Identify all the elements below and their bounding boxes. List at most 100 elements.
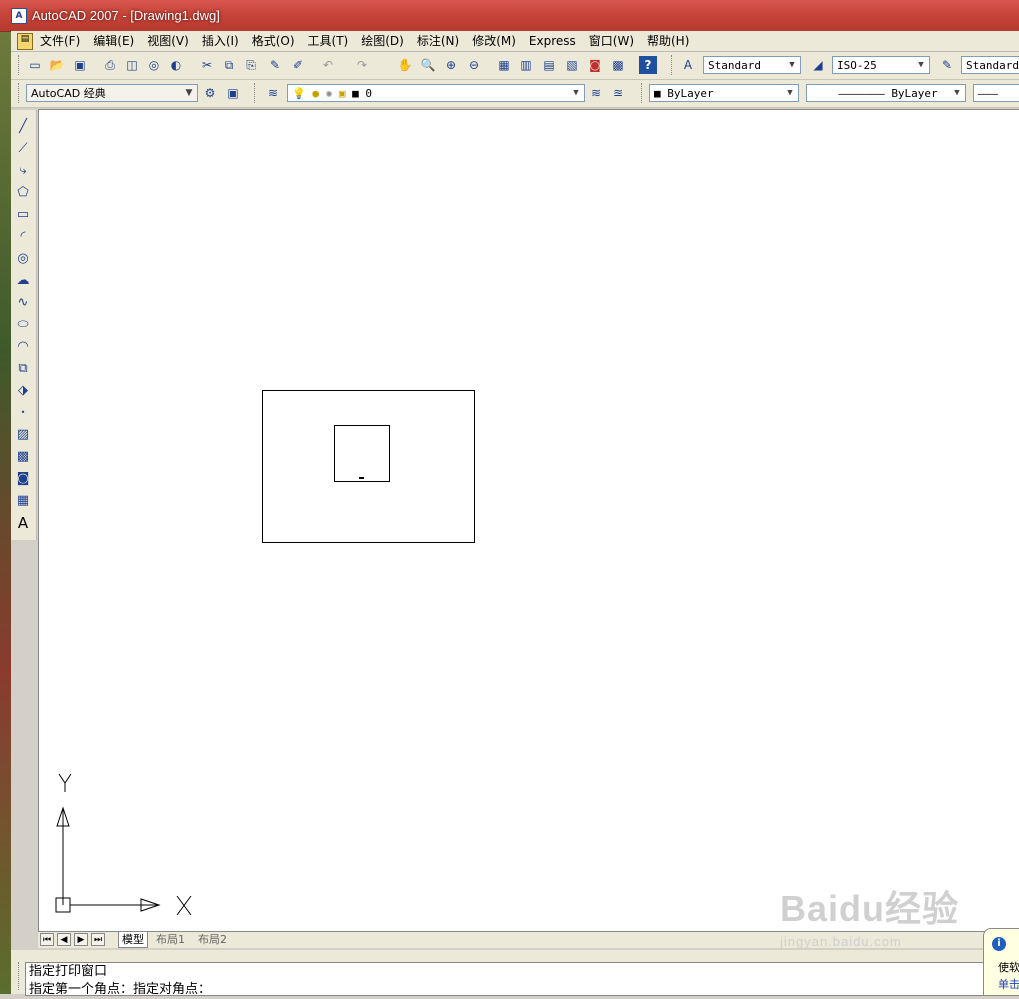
table-style-icon[interactable]: ✎ <box>938 56 956 74</box>
tab-layout1[interactable]: 布局1 <box>153 932 188 947</box>
prev-tab-icon[interactable]: ◀ <box>57 933 71 946</box>
save-icon[interactable]: ▣ <box>71 56 89 74</box>
workspace-settings-icon[interactable]: ⚙ <box>201 84 219 102</box>
toolbar-grip[interactable] <box>18 83 22 103</box>
document-menu-icon[interactable]: ▤ <box>17 33 33 50</box>
lineweight-select[interactable]: ——— <box>973 84 1019 102</box>
arc-tool-icon[interactable]: ◜ <box>14 228 32 246</box>
block-editor-icon[interactable]: ✐ <box>289 56 307 74</box>
plot-preview-icon[interactable]: ◫ <box>123 56 141 74</box>
plot-icon[interactable]: ⎙ <box>101 56 119 74</box>
dim-style-icon[interactable]: ◢ <box>809 56 827 74</box>
menu-express[interactable]: Express <box>529 33 583 49</box>
layer-select[interactable]: 💡 ● ✺ ▣ ■ 0 ▼ <box>287 84 585 102</box>
autocad-app-icon[interactable]: A <box>11 8 27 24</box>
ellipse-tool-icon[interactable]: ⬭ <box>14 316 32 334</box>
toolbar-grip[interactable] <box>18 55 22 75</box>
menu-window[interactable]: 窗口(W) <box>589 33 641 49</box>
chevron-down-icon[interactable]: ▼ <box>786 58 798 72</box>
point-tool-icon[interactable]: • <box>14 404 32 422</box>
linetype-select[interactable]: ——————— ByLayer ▼ <box>806 84 966 102</box>
layer-previous-icon[interactable]: ≊ <box>609 84 627 102</box>
chevron-down-icon[interactable]: ▼ <box>915 58 927 72</box>
polyline-tool-icon[interactable]: ⤷ <box>14 162 32 180</box>
undo-icon[interactable]: ↶ <box>319 56 337 74</box>
publish-icon[interactable]: ◎ <box>145 56 163 74</box>
menu-view[interactable]: 视图(V) <box>147 33 196 49</box>
menu-file[interactable]: 文件(F) <box>40 33 87 49</box>
cut-icon[interactable]: ✂ <box>198 56 216 74</box>
lightbulb-icon: 💡 <box>292 87 306 100</box>
match-properties-icon[interactable]: ✎ <box>266 56 284 74</box>
zoom-realtime-icon[interactable]: 🔍 <box>419 56 437 74</box>
last-tab-icon[interactable]: ⏭ <box>91 933 105 946</box>
sheet-set-icon[interactable]: ▧ <box>563 56 581 74</box>
design-center-icon[interactable]: ▥ <box>517 56 535 74</box>
text-style-icon[interactable]: A <box>679 56 697 74</box>
tab-model[interactable]: 模型 <box>118 932 148 948</box>
command-grip[interactable] <box>18 962 22 990</box>
make-object-layer-current-icon[interactable]: ≋ <box>587 84 605 102</box>
chevron-down-icon[interactable]: ▼ <box>570 86 582 100</box>
menu-insert[interactable]: 插入(I) <box>202 33 246 49</box>
dim-style-select[interactable]: ISO-25 ▼ <box>832 56 930 74</box>
ellipse-arc-icon[interactable]: ◠ <box>14 338 32 356</box>
balloon-link[interactable]: 单击 <box>998 976 1019 992</box>
menu-draw[interactable]: 绘图(D) <box>361 33 411 49</box>
menu-help[interactable]: 帮助(H) <box>647 33 696 49</box>
etransmit-icon[interactable]: ◐ <box>167 56 185 74</box>
menu-format[interactable]: 格式(O) <box>252 33 302 49</box>
chevron-down-icon[interactable]: ▼ <box>951 86 963 100</box>
redo-icon[interactable]: ↷ <box>353 56 371 74</box>
table-tool-icon[interactable]: ▦ <box>14 492 32 510</box>
chevron-down-icon[interactable]: ▼ <box>183 86 195 100</box>
color-select[interactable]: ■ ByLayer ▼ <box>649 84 799 102</box>
paste-icon[interactable]: ⎘ <box>242 56 260 74</box>
circle-tool-icon[interactable]: ◎ <box>14 250 32 268</box>
first-tab-icon[interactable]: ⏮ <box>40 933 54 946</box>
properties-icon[interactable]: ▦ <box>495 56 513 74</box>
workspace-save-icon[interactable]: ▣ <box>224 84 242 102</box>
help-icon[interactable]: ? <box>639 56 657 74</box>
calculator-icon[interactable]: ▩ <box>609 56 627 74</box>
new-file-icon[interactable]: ▭ <box>26 56 44 74</box>
menu-edit[interactable]: 编辑(E) <box>93 33 141 49</box>
notification-balloon[interactable]: i 使软 单击 <box>983 928 1019 996</box>
layer-manager-icon[interactable]: ≋ <box>264 84 282 102</box>
polygon-tool-icon[interactable]: ⬠ <box>14 184 32 202</box>
copy-icon[interactable]: ⧉ <box>220 56 238 74</box>
inner-rectangle[interactable] <box>334 425 390 482</box>
next-tab-icon[interactable]: ▶ <box>74 933 88 946</box>
region-tool-icon[interactable]: ◙ <box>14 470 32 488</box>
insert-block-icon[interactable]: ⧉ <box>14 360 32 378</box>
drawing-canvas[interactable]: X Y <box>38 109 1019 932</box>
rectangle-tool-icon[interactable]: ▭ <box>14 206 32 224</box>
tool-palettes-icon[interactable]: ▤ <box>540 56 558 74</box>
chevron-down-icon[interactable]: ▼ <box>784 86 796 100</box>
revision-cloud-icon[interactable]: ☁ <box>14 272 32 290</box>
pan-icon[interactable]: ✋ <box>396 56 414 74</box>
color-value: ByLayer <box>667 87 714 100</box>
spline-tool-icon[interactable]: ∿ <box>14 294 32 312</box>
toolbar-grip[interactable] <box>671 55 675 75</box>
make-block-icon[interactable]: ⬗ <box>14 382 32 400</box>
tab-layout2[interactable]: 布局2 <box>195 932 230 947</box>
table-style-select[interactable]: Standard <box>961 56 1019 74</box>
hatch-tool-icon[interactable]: ▨ <box>14 426 32 444</box>
line-tool-icon[interactable]: ╱ <box>14 118 32 136</box>
zoom-window-icon[interactable]: ⊕ <box>442 56 460 74</box>
gradient-tool-icon[interactable]: ▩ <box>14 448 32 466</box>
toolbar-grip[interactable] <box>641 83 645 103</box>
markup-icon[interactable]: ◙ <box>586 56 604 74</box>
toolbar-grip[interactable] <box>254 83 258 103</box>
zoom-previous-icon[interactable]: ⊖ <box>465 56 483 74</box>
construction-line-icon[interactable]: ⟋ <box>14 140 32 158</box>
open-file-icon[interactable]: 📂 <box>48 56 66 74</box>
text-style-select[interactable]: Standard ▼ <box>703 56 801 74</box>
workspace-select[interactable]: AutoCAD 经典 ▼ <box>26 84 198 102</box>
menu-tools[interactable]: 工具(T) <box>308 33 356 49</box>
menu-modify[interactable]: 修改(M) <box>472 33 523 49</box>
menu-dimension[interactable]: 标注(N) <box>417 33 466 49</box>
title-bar: A AutoCAD 2007 - [Drawing1.dwg] <box>0 0 1019 32</box>
multiline-text-icon[interactable]: A <box>14 514 32 532</box>
